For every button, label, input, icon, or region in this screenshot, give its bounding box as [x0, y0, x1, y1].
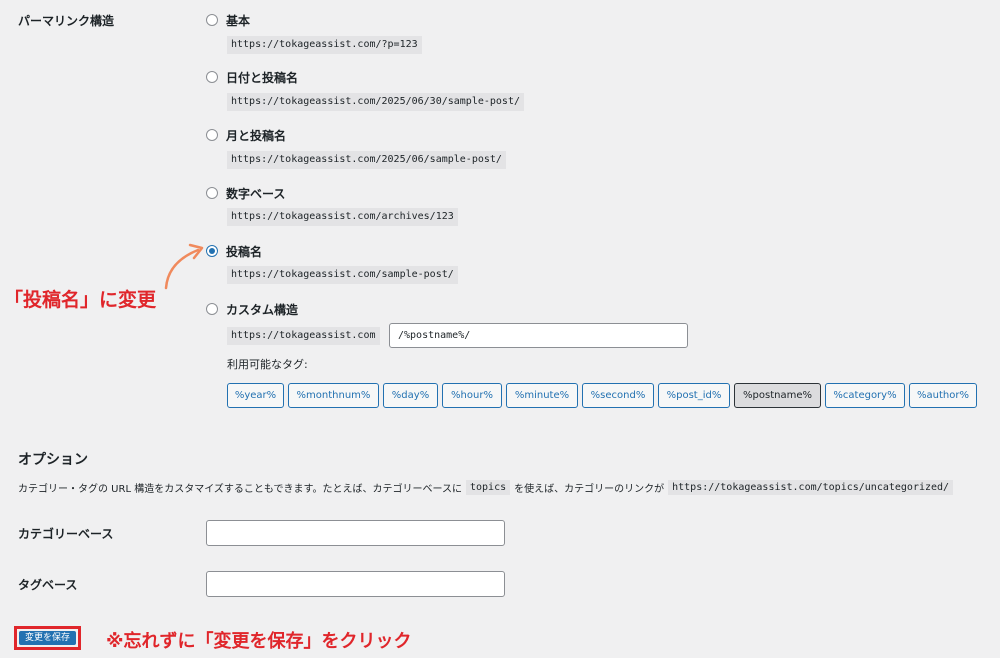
option-month-and-name-example: https://tokageassist.com/2025/06/sample-… [227, 151, 506, 169]
annotation-save-note: ※忘れずに「変更を保存」をクリック [106, 631, 412, 652]
options-description-code: topics [466, 480, 511, 495]
save-button[interactable]: 変更を保存 [19, 631, 77, 645]
available-tags-label: 利用可能なタグ: [227, 358, 308, 371]
option-post-name-label: 投稿名 [226, 245, 263, 259]
option-day-and-name-example: https://tokageassist.com/2025/06/30/samp… [227, 93, 524, 111]
options-description-text-1: カテゴリー・タグの URL 構造をカスタマイズすることもできます。たとえば、カテ… [18, 484, 462, 495]
options-description-text-2: を使えば、カテゴリーのリンクが [514, 484, 665, 495]
option-numeric-label: 数字ベース [226, 187, 286, 201]
tag-button-second[interactable]: %second% [582, 383, 654, 408]
radio-month-and-name[interactable] [206, 129, 218, 141]
tag-button-post-id[interactable]: %post_id% [658, 383, 730, 408]
annotation-arrow-icon [164, 243, 204, 290]
tag-button-year[interactable]: %year% [227, 383, 284, 408]
tag-button-day[interactable]: %day% [383, 383, 438, 408]
option-post-name-example: https://tokageassist.com/sample-post/ [227, 266, 458, 284]
option-month-and-name-label: 月と投稿名 [226, 129, 287, 143]
options-heading: オプション [18, 452, 88, 468]
option-custom-label: カスタム構造 [226, 303, 299, 317]
option-day-and-name-label: 日付と投稿名 [226, 71, 299, 85]
tag-button-category[interactable]: %category% [825, 383, 905, 408]
option-numeric-example: https://tokageassist.com/archives/123 [227, 208, 458, 226]
options-description-url: https://tokageassist.com/topics/uncatego… [668, 480, 954, 495]
radio-checked-dot [209, 248, 215, 254]
custom-base-url: https://tokageassist.com [227, 327, 380, 345]
option-plain-example: https://tokageassist.com/?p=123 [227, 36, 422, 54]
radio-numeric[interactable] [206, 187, 218, 199]
tag-button-postname[interactable]: %postname% [734, 383, 821, 408]
tag-button-monthnum[interactable]: %monthnum% [288, 383, 379, 408]
radio-plain[interactable] [206, 14, 218, 26]
tag-button-minute[interactable]: %minute% [506, 383, 578, 408]
category-base-label: カテゴリーベース [18, 527, 114, 541]
tag-base-label: タグベース [18, 578, 78, 592]
tag-button-author[interactable]: %author% [909, 383, 977, 408]
category-base-input[interactable] [206, 520, 505, 546]
radio-day-and-name[interactable] [206, 71, 218, 83]
option-plain-label: 基本 [226, 14, 251, 28]
custom-structure-input[interactable]: /%postname%/ [389, 323, 688, 348]
tag-base-input[interactable] [206, 571, 505, 597]
radio-custom[interactable] [206, 303, 218, 315]
save-button-highlight: 変更を保存 [14, 626, 82, 650]
annotation-change-note: 「投稿名」に変更 [4, 289, 157, 311]
permalink-structure-label: パーマリンク構造 [18, 14, 115, 28]
options-description: カテゴリー・タグの URL 構造をカスタマイズすることもできます。たとえば、カテ… [18, 480, 957, 495]
tag-button-hour[interactable]: %hour% [442, 383, 502, 408]
